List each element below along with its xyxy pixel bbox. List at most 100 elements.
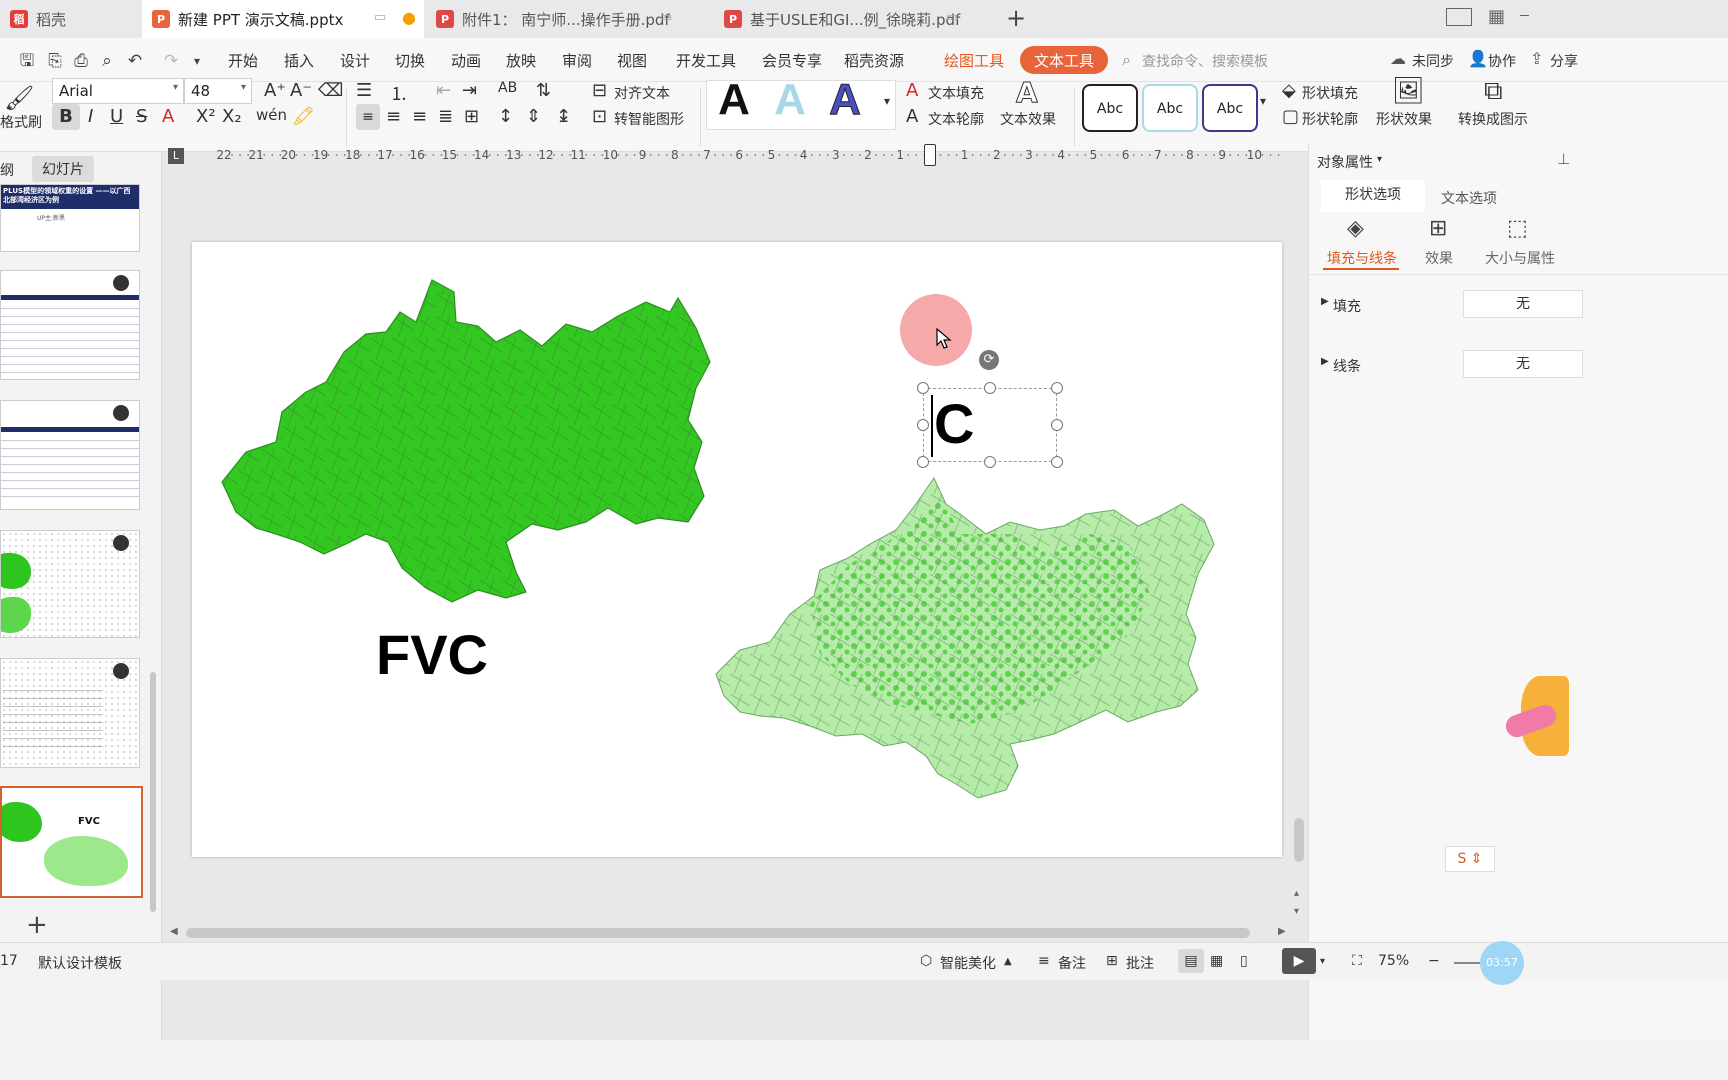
resize-handle[interactable] — [917, 456, 929, 468]
wordart-style-outline[interactable]: A — [815, 74, 875, 126]
superscript-icon[interactable]: X² — [196, 106, 216, 127]
shape-fill-icon[interactable]: ⬙ — [1282, 80, 1296, 101]
export-icon[interactable]: ⎘ — [44, 50, 66, 72]
tab-slides[interactable]: 幻灯片 — [32, 156, 94, 182]
collab-button[interactable]: 协作 — [1488, 51, 1516, 71]
tab-outline[interactable]: 大纲 — [0, 160, 14, 180]
effect-icon[interactable]: ⊞ — [1429, 216, 1447, 241]
wordart-style-light[interactable]: A — [760, 74, 820, 126]
play-slideshow-button[interactable]: ▶ — [1282, 948, 1316, 974]
font-size-select[interactable]: 48 ▾ — [184, 78, 252, 104]
text-effect-button[interactable]: 文本效果 — [1000, 109, 1056, 129]
menu-insert[interactable]: 插入 — [284, 50, 314, 71]
menu-docer-resources[interactable]: 稻壳资源 — [844, 50, 904, 71]
text-outline-button[interactable]: 文本轮廓 — [928, 109, 984, 129]
recording-timer[interactable]: 03:57 — [1480, 941, 1524, 985]
menu-member[interactable]: 会员专享 — [762, 50, 822, 71]
preview-icon[interactable]: ⌕ — [96, 50, 118, 72]
bold-button[interactable]: B — [52, 104, 80, 130]
tab-pdf-1[interactable]: P 附件1： 南宁师...操作手册.pdf ▭ — [426, 0, 712, 38]
convert-diagram-button[interactable]: 转换成图示 — [1458, 109, 1528, 129]
tab-ppt[interactable]: P 新建 PPT 演示文稿.pptx ▭ ● — [142, 0, 424, 38]
text-fill-button[interactable]: 文本填充 — [928, 83, 984, 103]
numbered-list-icon[interactable]: ⒈ — [390, 80, 408, 106]
menu-slideshow[interactable]: 放映 — [506, 50, 536, 71]
shape-style-1[interactable]: Abc — [1082, 84, 1138, 132]
shape-style-2[interactable]: Abc — [1142, 84, 1198, 132]
subtab-effect[interactable]: 效果 — [1425, 248, 1453, 268]
line-section-label[interactable]: 线条 — [1333, 356, 1361, 376]
command-search[interactable]: 查找命令、搜索模板 — [1142, 51, 1268, 71]
quick-access-dropdown-icon[interactable]: ▾ — [186, 50, 208, 72]
phonetic-icon[interactable]: wén — [256, 106, 287, 124]
spacing-options-icon[interactable]: ↨ — [556, 106, 571, 127]
vertical-scrollbar[interactable] — [1294, 818, 1304, 862]
resize-handle[interactable] — [1051, 456, 1063, 468]
fill-select[interactable]: 无 — [1463, 290, 1583, 318]
smart-beautify-button[interactable]: 智能美化 — [940, 953, 996, 973]
design-template[interactable]: 默认设计模板 — [38, 953, 122, 973]
text-fill-icon[interactable]: A — [906, 80, 918, 101]
add-slide-button[interactable]: + — [26, 910, 48, 940]
font-name-select[interactable]: Arial ▾ — [52, 78, 184, 104]
shape-fill-button[interactable]: 形状填充 — [1302, 83, 1358, 103]
menu-developer[interactable]: 开发工具 — [676, 50, 736, 71]
increase-font-icon[interactable]: A⁺ — [264, 80, 286, 101]
text-direction-icon[interactable]: AB — [498, 80, 517, 96]
monitor-icon[interactable]: ▭ — [660, 10, 672, 25]
wordart-style-black[interactable]: A — [704, 74, 764, 126]
chevron-down-icon[interactable]: ▾ — [1320, 956, 1325, 967]
line-select[interactable]: 无 — [1463, 350, 1583, 378]
menu-view[interactable]: 视图 — [617, 50, 647, 71]
menu-text-tools[interactable]: 文本工具 — [1020, 46, 1109, 74]
sync-status[interactable]: 未同步 — [1412, 51, 1454, 71]
fit-window-icon[interactable]: ⛶ — [1352, 953, 1362, 969]
selected-textbox[interactable]: C — [923, 388, 1057, 462]
share-button[interactable]: 分享 — [1550, 51, 1578, 71]
align-right-icon[interactable]: ≡ — [412, 106, 427, 127]
shape-gallery-more-icon[interactable]: ▾ — [1260, 94, 1266, 108]
underline-icon[interactable]: U — [110, 106, 123, 127]
menu-animation[interactable]: 动画 — [451, 50, 481, 71]
fill-line-icon[interactable]: ◈ — [1347, 216, 1364, 241]
align-text-button[interactable]: 对齐文本 — [614, 83, 670, 103]
mascot-icon[interactable] — [1502, 670, 1569, 760]
normal-view-button[interactable]: ▤ — [1178, 949, 1204, 973]
slide-thumbnail-5[interactable] — [0, 658, 140, 768]
clear-format-icon[interactable]: ⌫ — [318, 80, 343, 101]
shape-effect-icon[interactable]: 🖼 — [1392, 76, 1425, 106]
reading-view-icon[interactable]: ▯ — [1240, 953, 1248, 969]
window-layout-icon[interactable] — [1446, 8, 1472, 26]
zoom-level[interactable]: 75% — [1378, 953, 1409, 969]
panel-scrollbar[interactable] — [150, 672, 156, 912]
fvc-map-image[interactable] — [216, 272, 726, 612]
resize-handle[interactable] — [917, 382, 929, 394]
resize-handle[interactable] — [984, 456, 996, 468]
menu-drawing-tools[interactable]: 绘图工具 — [944, 50, 1004, 71]
subtab-fill-line[interactable]: 填充与线条 — [1327, 248, 1397, 268]
slide-thumbnail-4[interactable] — [0, 530, 140, 638]
slide-canvas[interactable]: FVC C ⟳ — [192, 242, 1282, 857]
slide-thumbnail-2[interactable] — [0, 270, 140, 380]
bullet-list-icon[interactable]: ☰ — [356, 80, 372, 101]
grid-view-icon[interactable]: ▦ — [1210, 953, 1223, 969]
wps-assistant-icon[interactable]: S ⇕ — [1445, 846, 1495, 872]
scroll-left-icon[interactable]: ◀ — [170, 926, 178, 937]
smartart-button[interactable]: 转智能图形 — [614, 109, 684, 129]
redo-icon[interactable]: ↷ — [160, 50, 182, 72]
align-text-icon[interactable]: ⊟ — [592, 80, 607, 101]
chevron-up-icon[interactable]: ▲ — [1004, 956, 1012, 967]
menu-transition[interactable]: 切换 — [395, 50, 425, 71]
paragraph-spacing-icon[interactable]: ⇕ — [526, 106, 541, 127]
next-slide-icon[interactable]: ▾ — [1294, 906, 1299, 917]
menu-design[interactable]: 设计 — [340, 50, 370, 71]
panel-title[interactable]: 对象属性 — [1317, 152, 1373, 172]
strikethrough-icon[interactable]: S — [136, 106, 147, 127]
fvc-label[interactable]: FVC — [376, 622, 488, 687]
monitor-icon[interactable]: ▭ — [374, 10, 386, 25]
horizontal-scrollbar[interactable] — [186, 928, 1250, 938]
minimize-icon[interactable]: ⎯ — [1520, 4, 1529, 25]
shape-style-3[interactable]: Abc — [1202, 84, 1258, 132]
font-color-icon[interactable]: A — [162, 106, 174, 127]
print-icon[interactable]: ⎙ — [70, 50, 92, 72]
